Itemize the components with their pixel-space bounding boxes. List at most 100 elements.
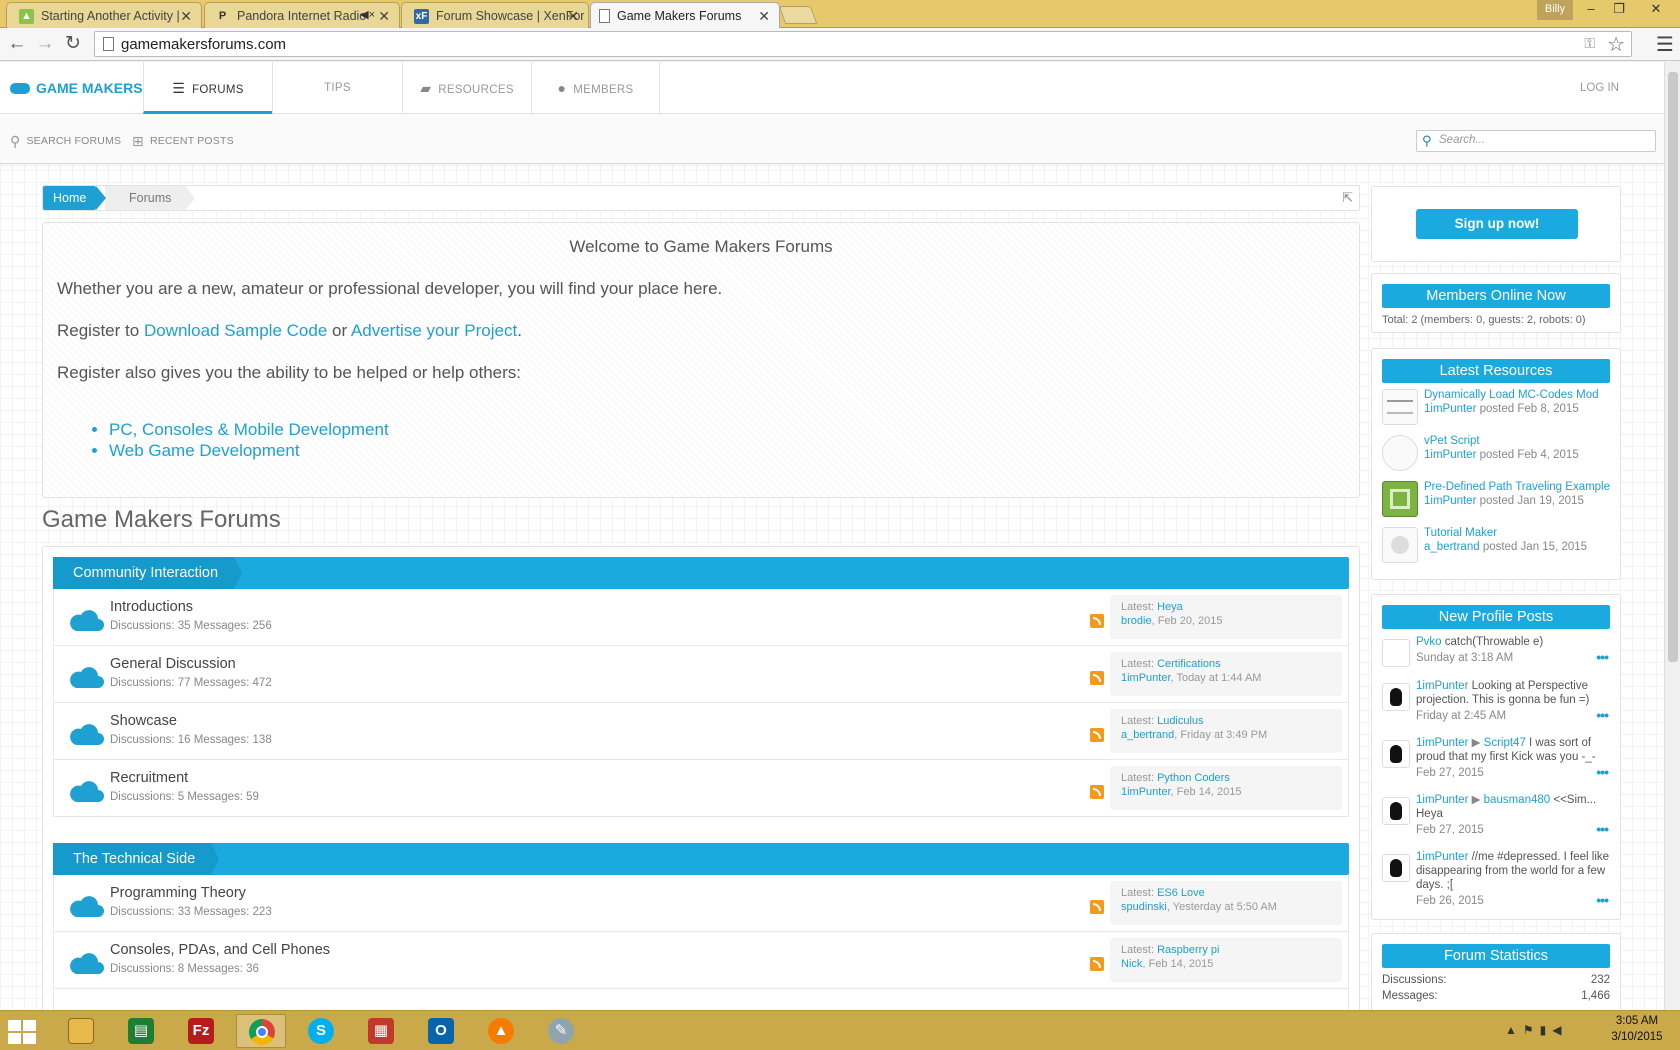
resource-author-link[interactable]: 1imPunter bbox=[1424, 449, 1476, 461]
browser-tab-active[interactable]: Game Makers Forums ✕ bbox=[590, 2, 780, 29]
restore-icon[interactable]: ❐ bbox=[1606, 0, 1632, 20]
resource-author-link[interactable]: 1imPunter bbox=[1424, 403, 1476, 415]
resource-title-link[interactable]: vPet Script bbox=[1424, 435, 1480, 447]
search-input[interactable]: ⚲ Search... bbox=[1416, 130, 1656, 152]
user-link[interactable]: 1imPunter bbox=[1416, 851, 1468, 863]
latest-thread-link[interactable]: Certifications bbox=[1157, 658, 1221, 670]
system-tray[interactable]: ▲⚑▮◀ bbox=[1505, 1023, 1568, 1037]
skype-icon[interactable]: S bbox=[296, 1014, 346, 1048]
taskbar-clock[interactable]: 3:05 AM 3/10/2015 bbox=[1600, 1013, 1674, 1045]
avatar[interactable] bbox=[1382, 639, 1410, 667]
latest-thread-link[interactable]: Raspberry pi bbox=[1157, 944, 1219, 956]
flag-icon[interactable]: ⚑ bbox=[1523, 1023, 1540, 1037]
forum-name[interactable]: Consoles, PDAs, and Cell Phones bbox=[110, 942, 330, 958]
category-community-interaction[interactable]: Community Interaction bbox=[53, 557, 1349, 589]
close-icon[interactable]: ✕ bbox=[567, 8, 579, 25]
browser-tab-1[interactable]: P Pandora Internet Radio ◀× ✕ bbox=[204, 2, 400, 28]
nav-tab-resources[interactable]: ▰ RESOURCES bbox=[402, 62, 531, 114]
browser-tab-2[interactable]: xF Forum Showcase | XenFor ✕ bbox=[401, 2, 589, 28]
target-user-link[interactable]: Script47 bbox=[1484, 737, 1526, 749]
site-logo[interactable]: GAME MAKERS bbox=[10, 80, 143, 96]
forum-name[interactable]: Introductions bbox=[110, 599, 193, 615]
spreadsheet-icon[interactable]: ▤ bbox=[116, 1014, 166, 1048]
breadcrumb-home[interactable]: Home bbox=[43, 186, 107, 210]
key-icon[interactable]: ⚿ bbox=[1584, 35, 1595, 52]
filezilla-icon[interactable]: Fz bbox=[176, 1014, 226, 1048]
rss-icon[interactable] bbox=[1090, 671, 1104, 685]
latest-thread-link[interactable]: Python Coders bbox=[1157, 772, 1230, 784]
scrollbar-thumb[interactable] bbox=[1668, 72, 1678, 662]
user-link[interactable]: 1imPunter bbox=[1416, 794, 1468, 806]
profile-badge[interactable]: Billy bbox=[1537, 0, 1573, 20]
new-tab-button[interactable] bbox=[778, 6, 818, 24]
rss-icon[interactable] bbox=[1090, 957, 1104, 971]
login-link[interactable]: LOG IN bbox=[1580, 82, 1619, 94]
user-link[interactable]: 1imPunter bbox=[1416, 737, 1468, 749]
resource-item[interactable]: Dynamically Load MC-Codes Mod 1imPunter … bbox=[1382, 389, 1612, 429]
latest-user-link[interactable]: 1imPunter bbox=[1121, 786, 1171, 798]
network-icon[interactable]: ▮ bbox=[1540, 1023, 1553, 1037]
back-button[interactable]: ← bbox=[6, 33, 28, 55]
reload-button[interactable]: ↻ bbox=[62, 33, 84, 55]
forum-row[interactable]: Consoles, PDAs, and Cell Phones Discussi… bbox=[53, 932, 1349, 989]
volume-icon[interactable]: ◀ bbox=[1552, 1023, 1567, 1037]
close-icon[interactable]: ✕ bbox=[758, 8, 770, 25]
user-link[interactable]: Pvko bbox=[1416, 636, 1442, 648]
tray-chevron-icon[interactable]: ▲ bbox=[1505, 1023, 1523, 1037]
forum-name[interactable]: Showcase bbox=[110, 713, 177, 729]
more-options-icon[interactable]: ••• bbox=[1596, 821, 1609, 837]
recent-posts-link[interactable]: ⊞ RECENT POSTS bbox=[132, 133, 234, 150]
avatar[interactable] bbox=[1382, 797, 1410, 825]
advertise-project-link[interactable]: Advertise your Project bbox=[351, 321, 517, 340]
category-technical-side[interactable]: The Technical Side bbox=[53, 843, 1349, 875]
rss-icon[interactable] bbox=[1090, 785, 1104, 799]
nav-tab-forums[interactable]: ☰ FORUMS bbox=[143, 62, 272, 114]
latest-thread-link[interactable]: Ludiculus bbox=[1157, 715, 1203, 727]
resource-item[interactable]: Tutorial Maker a_bertrand posted Jan 15,… bbox=[1382, 527, 1612, 567]
download-sample-code-link[interactable]: Download Sample Code bbox=[144, 321, 327, 340]
more-options-icon[interactable]: ••• bbox=[1596, 892, 1609, 908]
browser-tab-0[interactable]: ▲ Starting Another Activity | ✕ bbox=[6, 2, 202, 28]
more-options-icon[interactable]: ••• bbox=[1596, 649, 1609, 665]
external-link-icon[interactable]: ⇱ bbox=[1342, 190, 1353, 206]
photo-app-icon[interactable]: ▦ bbox=[356, 1014, 406, 1048]
forum-row[interactable]: Showcase Discussions: 16 Messages: 138 L… bbox=[53, 703, 1349, 760]
chrome-icon[interactable] bbox=[236, 1014, 286, 1048]
resource-author-link[interactable]: a_bertrand bbox=[1424, 541, 1480, 553]
latest-user-link[interactable]: brodie bbox=[1121, 615, 1152, 627]
rss-icon[interactable] bbox=[1090, 900, 1104, 914]
windows-start-icon[interactable] bbox=[0, 1014, 50, 1048]
breadcrumb-forums[interactable]: Forums bbox=[105, 186, 196, 210]
more-options-icon[interactable]: ••• bbox=[1596, 764, 1609, 780]
latest-user-link[interactable]: spudinski bbox=[1121, 901, 1167, 913]
close-icon[interactable]: ✕ bbox=[378, 8, 390, 25]
forum-name[interactable]: Programming Theory bbox=[110, 885, 246, 901]
file-explorer-icon[interactable] bbox=[56, 1014, 106, 1048]
rss-icon[interactable] bbox=[1090, 614, 1104, 628]
user-link[interactable]: 1imPunter bbox=[1416, 680, 1468, 692]
forum-name[interactable]: Recruitment bbox=[110, 770, 188, 786]
forum-row[interactable]: Recruitment Discussions: 5 Messages: 59 … bbox=[53, 760, 1349, 817]
resource-title-link[interactable]: Dynamically Load MC-Codes Mod bbox=[1424, 389, 1598, 401]
target-user-link[interactable]: bausman480 bbox=[1484, 794, 1551, 806]
resource-author-link[interactable]: 1imPunter bbox=[1424, 495, 1476, 507]
latest-user-link[interactable]: 1imPunter bbox=[1121, 672, 1171, 684]
page-scrollbar[interactable] bbox=[1664, 62, 1680, 1010]
search-forums-link[interactable]: ⚲ SEARCH FORUMS bbox=[10, 133, 121, 150]
latest-thread-link[interactable]: ES6 Love bbox=[1157, 887, 1205, 899]
resource-title-link[interactable]: Pre-Defined Path Traveling Example bbox=[1424, 481, 1610, 493]
outlook-icon[interactable]: O bbox=[416, 1014, 466, 1048]
address-bar[interactable]: gamemakersforums.com ⚿ ☆ bbox=[94, 31, 1632, 57]
nav-tab-members[interactable]: ● MEMBERS bbox=[531, 62, 660, 114]
rss-icon[interactable] bbox=[1090, 728, 1104, 742]
nav-tab-tips[interactable]: TIPS bbox=[272, 62, 402, 114]
avatar[interactable] bbox=[1382, 683, 1410, 711]
forward-button[interactable]: → bbox=[34, 33, 56, 55]
pc-consoles-mobile-link[interactable]: PC, Consoles & Mobile Development bbox=[109, 420, 389, 439]
forum-row[interactable]: Programming Theory Discussions: 33 Messa… bbox=[53, 875, 1349, 932]
avatar[interactable] bbox=[1382, 740, 1410, 768]
forum-name[interactable]: General Discussion bbox=[110, 656, 236, 672]
close-window-icon[interactable]: ✕ bbox=[1636, 0, 1676, 20]
menu-icon[interactable]: ☰ bbox=[1656, 32, 1674, 57]
forum-row[interactable] bbox=[53, 989, 1349, 1010]
